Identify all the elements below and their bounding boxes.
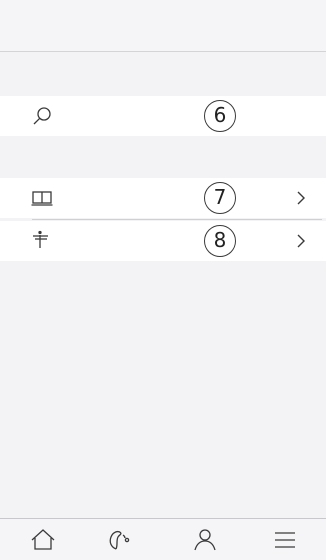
count-badge: 8: [204, 225, 236, 257]
search-icon: [30, 104, 54, 128]
home-icon[interactable]: [30, 527, 56, 553]
count-badge: 7: [204, 182, 236, 214]
top-bar: [0, 0, 326, 52]
hearing-icon[interactable]: [106, 527, 132, 553]
book-icon: [30, 186, 54, 210]
list-item-signpost[interactable]: 8: [0, 221, 326, 261]
tab-bar: [0, 518, 326, 560]
chevron-right-icon: [294, 233, 308, 249]
chevron-right-icon: [294, 190, 308, 206]
list-item-book[interactable]: 7: [0, 178, 326, 218]
menu-icon[interactable]: [272, 527, 298, 553]
person-icon[interactable]: [192, 527, 218, 553]
list-item-search[interactable]: 6: [0, 96, 326, 136]
count-badge: 6: [204, 100, 236, 132]
divider: [32, 219, 322, 220]
signpost-icon: [30, 229, 54, 253]
